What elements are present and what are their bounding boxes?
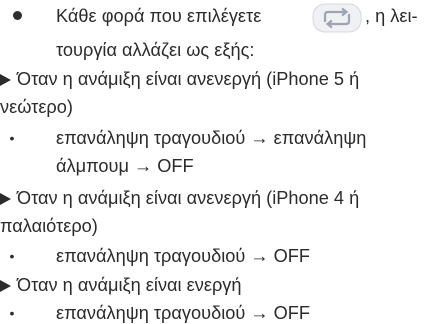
intro-text-tail: , η λει-	[365, 6, 418, 26]
case-3-title: Όταν η ανάμιξη είναι ενεργή	[0, 274, 242, 296]
pointer-icon	[0, 193, 11, 205]
repeat-icon	[312, 3, 362, 33]
intro-line-2: τουργία αλλάζει ως εξής:	[56, 40, 255, 60]
small-bullet-icon: •	[9, 130, 15, 146]
case-1-title-line-1: Όταν η ανάμιξη είναι ανενεργή (iPhone 5 …	[0, 68, 359, 90]
main-bullet-icon	[13, 11, 22, 20]
document-page: Κάθε φορά που επιλέγετε , η λει- τουργία…	[0, 0, 442, 324]
pointer-icon	[0, 280, 11, 292]
intro-line-1: Κάθε φορά που επιλέγετε , η λει-	[0, 0, 442, 34]
case-2-title-line-2: παλαιότερο)	[0, 216, 98, 236]
intro-text-start: Κάθε φορά που επιλέγετε	[56, 6, 262, 26]
case-1-title-line-2: νεώτερο)	[0, 97, 73, 117]
pointer-icon	[0, 74, 11, 86]
case-1-item-line-2: άλμπουμ → OFF	[56, 156, 194, 176]
case-2-title-line-1: Όταν η ανάμιξη είναι ανενεργή (iPhone 4 …	[0, 187, 359, 209]
small-bullet-icon: •	[9, 248, 15, 264]
small-bullet-icon: •	[9, 305, 15, 321]
